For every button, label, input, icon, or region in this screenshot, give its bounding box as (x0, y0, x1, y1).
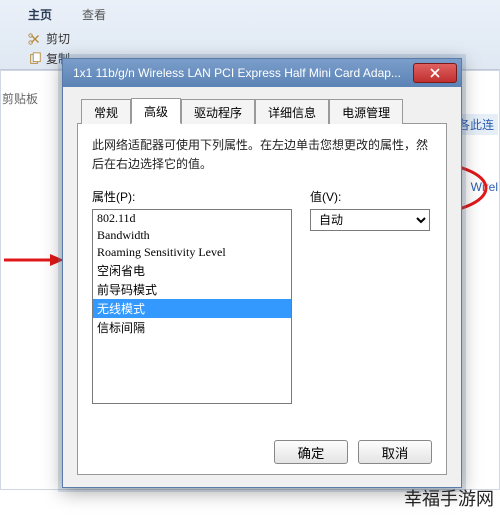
tab-details[interactable]: 详细信息 (255, 99, 329, 124)
close-icon (430, 68, 440, 78)
list-item-selected[interactable]: 无线模式 (93, 299, 291, 318)
dialog-button-row: 确定 取消 (92, 430, 432, 464)
value-label: 值(V): (310, 188, 432, 205)
ribbon-tab-main[interactable]: 主页 (28, 6, 52, 23)
sidebar-text-wireless: Wirel (471, 180, 498, 194)
property-label: 属性(P): (92, 188, 292, 205)
list-item[interactable]: 信标间隔 (93, 318, 291, 337)
ribbon-tab-view[interactable]: 查看 (82, 6, 106, 23)
tab-advanced[interactable]: 高级 (131, 98, 181, 124)
ribbon-cut-label: 剪切 (46, 30, 70, 47)
ok-button[interactable]: 确定 (274, 440, 348, 464)
ribbon-cut[interactable]: 剪切 (28, 30, 70, 47)
dialog-client-area: 常规 高级 驱动程序 详细信息 电源管理 此网络适配器可使用下列属性。在左边单击… (63, 87, 461, 487)
value-select[interactable]: 自动 (310, 209, 430, 231)
list-item[interactable]: 前导码模式 (93, 280, 291, 299)
tab-strip: 常规 高级 驱动程序 详细信息 电源管理 (81, 97, 447, 123)
annotation-arrow-icon (4, 250, 64, 270)
tab-power[interactable]: 电源管理 (329, 99, 403, 124)
cancel-button[interactable]: 取消 (358, 440, 432, 464)
value-column: 值(V): 自动 (310, 188, 432, 430)
tab-driver[interactable]: 驱动程序 (181, 99, 255, 124)
list-item[interactable]: Bandwidth (93, 227, 291, 244)
panel-description: 此网络适配器可使用下列属性。在左边单击您想更改的属性，然后在右边选择它的值。 (92, 136, 432, 174)
property-listbox[interactable]: 802.11d Bandwidth Roaming Sensitivity Le… (92, 209, 292, 404)
list-item[interactable]: 空闲省电 (93, 261, 291, 280)
dialog-titlebar[interactable]: 1x1 11b/g/n Wireless LAN PCI Express Hal… (63, 59, 461, 87)
scissors-icon (28, 32, 42, 46)
tab-panel-advanced: 此网络适配器可使用下列属性。在左边单击您想更改的属性，然后在右边选择它的值。 属… (77, 123, 447, 475)
list-item[interactable]: Roaming Sensitivity Level (93, 244, 291, 261)
close-button[interactable] (413, 63, 457, 83)
watermark-text: 幸福手游网 (404, 485, 494, 511)
copy-icon (28, 52, 42, 66)
list-item[interactable]: 802.11d (93, 210, 291, 227)
property-column: 属性(P): 802.11d Bandwidth Roaming Sensiti… (92, 188, 292, 430)
properties-dialog: 1x1 11b/g/n Wireless LAN PCI Express Hal… (62, 58, 462, 488)
dialog-title: 1x1 11b/g/n Wireless LAN PCI Express Hal… (73, 66, 413, 80)
ribbon-group-clipboard: 剪贴板 (2, 90, 38, 107)
tab-general[interactable]: 常规 (81, 99, 131, 124)
